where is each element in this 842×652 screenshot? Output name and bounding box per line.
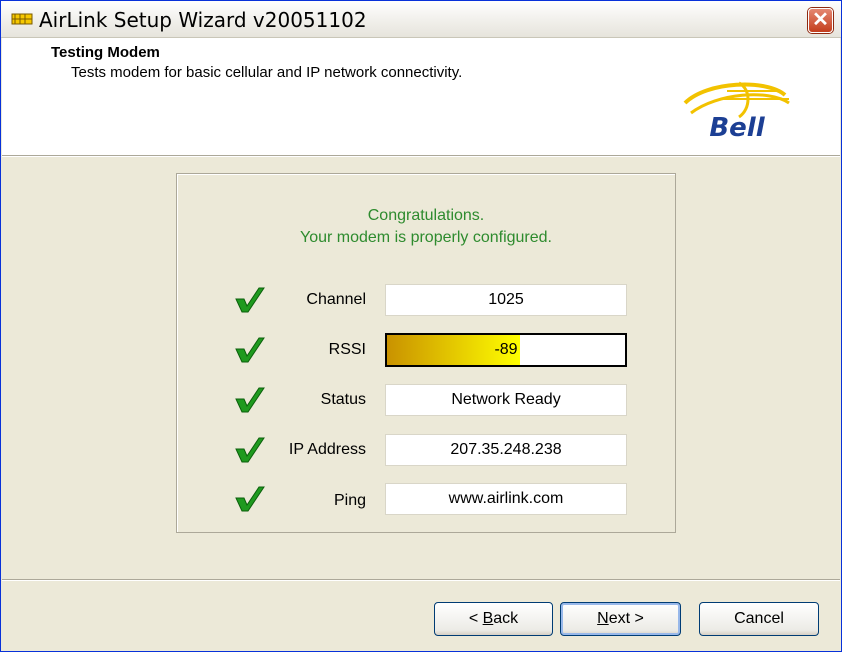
status-value: Network Ready [385, 384, 627, 416]
title-bar[interactable]: AirLink Setup Wizard v20051102 ✕ [1, 1, 841, 38]
congratulations-message: Congratulations. Your modem is properly … [177, 205, 675, 249]
bell-logo: Bell [683, 81, 790, 143]
ip-address-label: IP Address [288, 441, 366, 458]
back-label-rest: ack [493, 610, 519, 627]
rssi-signal-bar: -89 [385, 333, 627, 367]
close-icon: ✕ [812, 9, 829, 31]
check-icon [235, 337, 265, 363]
page-subtitle: Tests modem for basic cellular and IP ne… [71, 64, 463, 81]
header-divider [2, 155, 840, 157]
channel-label: Channel [306, 291, 366, 308]
next-label-rest: ext > [608, 610, 644, 627]
footer-divider [2, 579, 840, 581]
page-title: Testing Modem [51, 44, 160, 61]
cancel-button[interactable]: Cancel [699, 602, 819, 636]
check-icon [235, 287, 265, 313]
congrats-line-1: Congratulations. [367, 207, 485, 224]
check-icon [235, 486, 265, 512]
app-icon [11, 13, 33, 25]
back-mnemonic: B [482, 610, 494, 627]
back-prefix: < [468, 610, 483, 627]
next-mnemonic: N [597, 610, 609, 627]
congrats-line-2: Your modem is properly configured. [300, 229, 552, 246]
status-label: Status [320, 391, 366, 408]
ip-address-value: 207.35.248.238 [385, 434, 627, 466]
channel-value: 1025 [385, 284, 627, 316]
back-button[interactable]: < Back [434, 602, 553, 636]
setup-wizard-window: AirLink Setup Wizard v20051102 ✕ Testing… [0, 0, 842, 652]
rssi-value: -89 [494, 341, 518, 358]
check-icon [235, 387, 265, 413]
ping-label: Ping [333, 492, 366, 509]
window-title: AirLink Setup Wizard v20051102 [39, 8, 367, 32]
close-button[interactable]: ✕ [808, 8, 833, 33]
bell-logo-text: Bell [709, 113, 765, 143]
rssi-label: RSSI [328, 341, 366, 358]
check-icon [235, 437, 265, 463]
ping-value: www.airlink.com [385, 483, 627, 515]
next-button[interactable]: Next > [560, 602, 681, 636]
